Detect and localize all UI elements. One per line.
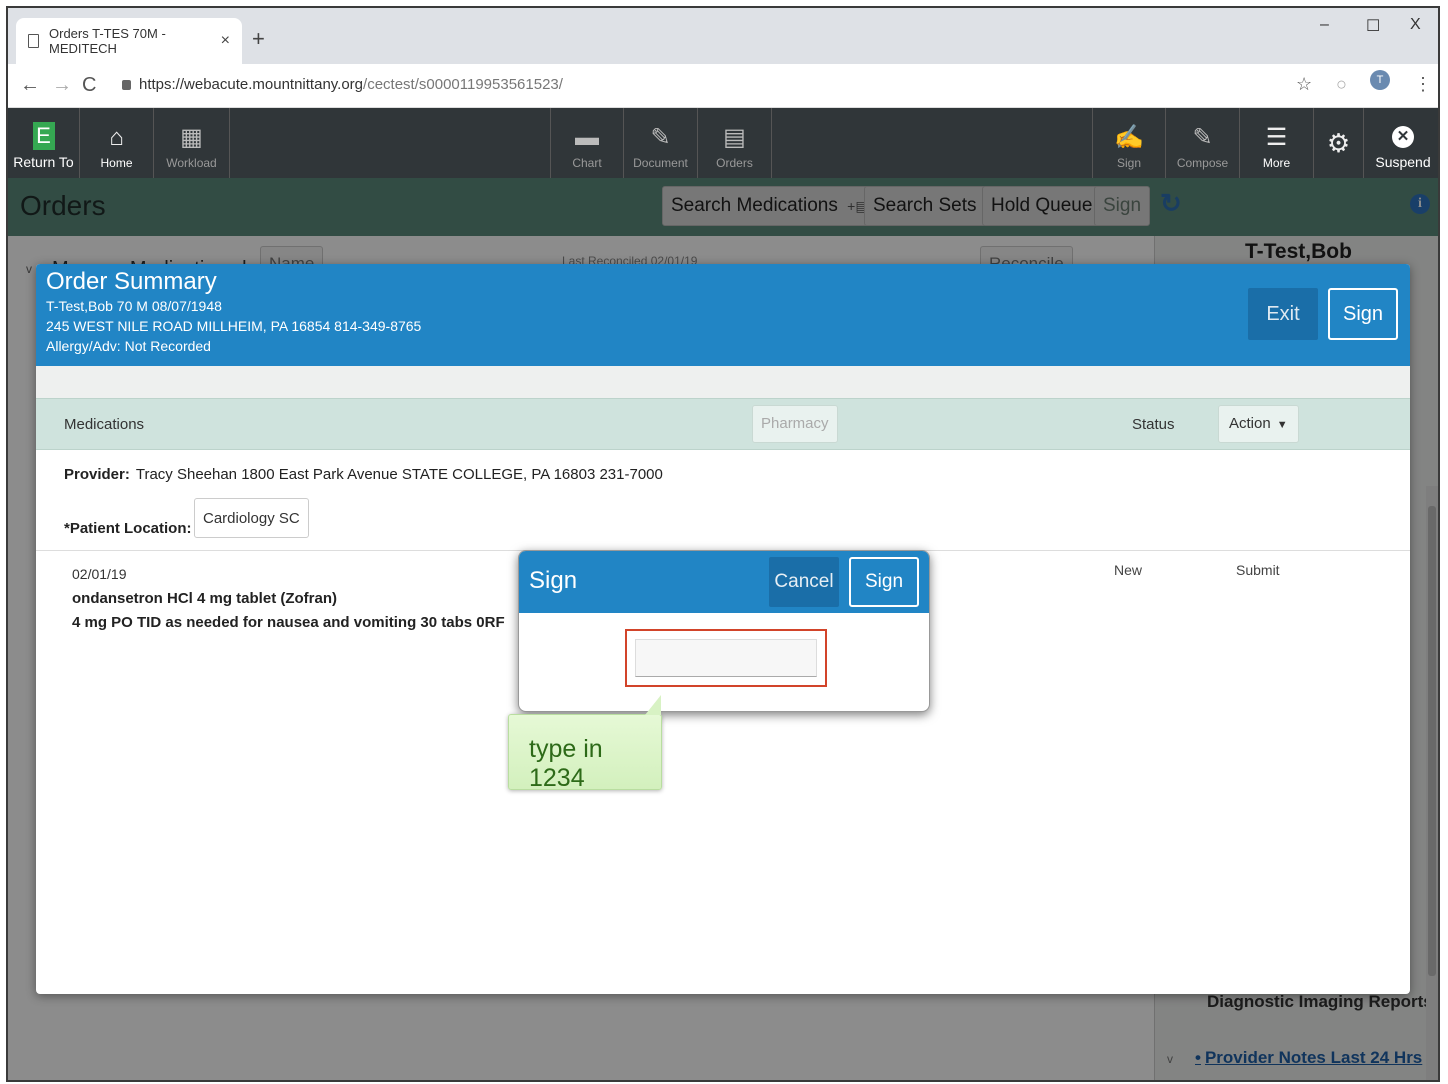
compose-button[interactable]: ✎ Compose [1166, 108, 1240, 178]
browser-menu-icon[interactable]: ⋮ [1414, 74, 1432, 95]
patient-info-line: T-Test,Bob 70 M 08/07/1948 [46, 298, 222, 314]
forward-arrow-icon[interactable]: → [52, 74, 72, 97]
patient-location-label: *Patient Location: [64, 520, 192, 537]
maximize-button[interactable]: ☐ [1366, 16, 1380, 36]
address-bar: ← → C https://webacute.mountnittany.org/… [8, 64, 1438, 108]
url-host: https://webacute.mountnittany.org [139, 76, 364, 93]
compose-label: Compose [1176, 156, 1229, 170]
patient-address-line: 245 WEST NILE ROAD MILLHEIM, PA 16854 81… [46, 318, 422, 334]
document-label: Document [633, 156, 688, 170]
order-summary-strip [36, 366, 1410, 398]
orders-button[interactable]: ▤ Orders [698, 108, 772, 178]
exit-button[interactable]: Exit [1248, 288, 1318, 340]
home-label: Home [100, 156, 133, 170]
pencil-icon: ✎ [650, 124, 671, 151]
list-menu-icon: ☰ [1265, 124, 1288, 151]
bookmark-star-icon[interactable]: ☆ [1296, 74, 1312, 95]
action-dropdown[interactable]: Action ▼ [1218, 405, 1299, 443]
chart-button[interactable]: ▬ Chart [550, 108, 624, 178]
order-sig: 4 mg PO TID as needed for nausea and vom… [72, 614, 505, 631]
sign-toolbar-button[interactable]: ✍ Sign [1092, 108, 1166, 178]
patient-location-field[interactable]: Cardiology SC [194, 498, 309, 538]
pin-input[interactable] [635, 639, 817, 677]
calendar-icon: ▦ [180, 124, 203, 151]
medications-column-header: Medications Pharmacy Status Action ▼ [36, 398, 1410, 450]
settings-button[interactable]: ⚙ [1314, 108, 1364, 178]
compose-icon: ✎ [1192, 124, 1213, 151]
action-label: Action [1229, 415, 1271, 432]
orders-label: Orders [716, 156, 753, 170]
e-logo-icon: E [32, 122, 55, 150]
chart-label: Chart [572, 156, 602, 170]
document-button[interactable]: ✎ Document [624, 108, 698, 178]
instruction-tooltip: type in 1234 [508, 695, 662, 792]
pin-highlight-box [625, 629, 827, 687]
order-date: 02/01/19 [72, 566, 127, 582]
more-button[interactable]: ☰ More [1240, 108, 1314, 178]
return-to-button[interactable]: E Return To [8, 108, 80, 178]
order-action[interactable]: Submit [1236, 562, 1280, 578]
tab-close-icon[interactable]: × [221, 32, 230, 50]
order-status: New [1114, 562, 1143, 578]
sign-dialog-title: Sign [529, 567, 578, 594]
minimize-button[interactable]: – [1320, 16, 1329, 34]
suspend-icon: ✕ [1392, 126, 1414, 148]
order-summary-sign-button[interactable]: Sign [1328, 288, 1398, 340]
cancel-button[interactable]: Cancel [769, 557, 839, 607]
folder-icon: ▬ [575, 124, 599, 151]
sign-dialog: Sign Cancel Sign [518, 550, 930, 712]
provider-label: Provider: [64, 466, 130, 483]
url-field[interactable]: https://webacute.mountnittany.org/cectes… [122, 76, 563, 93]
pharmacy-button[interactable]: Pharmacy [752, 405, 838, 443]
close-window-button[interactable]: X [1410, 16, 1421, 34]
provider-row: Provider: Tracy Sheehan 1800 East Park Av… [64, 466, 663, 483]
medications-column-label: Medications [64, 416, 145, 433]
browser-tab-bar: Orders T-TES 70M - MEDITECH × + – ☐ X [8, 8, 1438, 64]
new-tab-button[interactable]: + [252, 26, 265, 52]
screen-frame: Orders T-TES 70M - MEDITECH × + – ☐ X ← … [6, 6, 1440, 1082]
sign-dialog-sign-button[interactable]: Sign [849, 557, 919, 607]
lock-icon [122, 80, 131, 90]
order-summary-header: Order Summary T-Test,Bob 70 M 08/07/1948… [36, 264, 1410, 366]
suspend-label: Suspend [1375, 154, 1431, 170]
caret-down-icon: ▼ [1276, 419, 1288, 431]
return-to-label: Return To [13, 154, 74, 170]
sign-dialog-header: Sign Cancel Sign [519, 551, 929, 613]
order-summary-title: Order Summary [46, 268, 217, 295]
allergy-line: Allergy/Adv: Not Recorded [46, 338, 211, 354]
tooltip-text: type in 1234 [529, 735, 603, 792]
profile-avatar[interactable]: T [1370, 70, 1390, 90]
provider-value: Tracy Sheehan 1800 East Park Avenue STAT… [135, 466, 663, 483]
more-label: More [1262, 156, 1291, 170]
reload-icon[interactable]: C [82, 74, 96, 97]
back-arrow-icon[interactable]: ← [20, 74, 40, 97]
tab-title: Orders T-TES 70M - MEDITECH [49, 26, 166, 56]
gear-icon: ⚙ [1326, 128, 1351, 158]
app-toolbar: E Return To ⌂ Home ▦ Workload ▬ Chart ✎ … [8, 108, 1438, 178]
suspend-button[interactable]: ✕ Suspend [1364, 108, 1438, 178]
workload-label: Workload [166, 156, 217, 170]
clipboard-icon: ▤ [723, 124, 746, 151]
status-column-label: Status [1132, 416, 1175, 433]
signature-icon: ✍ [1114, 124, 1144, 151]
extension-icon[interactable]: ○ [1336, 74, 1347, 95]
order-medication-name[interactable]: ondansetron HCl 4 mg tablet (Zofran) [72, 590, 337, 607]
browser-tab[interactable]: Orders T-TES 70M - MEDITECH × [16, 18, 242, 64]
sign-toolbar-label: Sign [1116, 156, 1142, 170]
url-path: /cectest/s0000119953561523/ [363, 76, 563, 93]
home-icon: ⌂ [109, 124, 124, 151]
home-button[interactable]: ⌂ Home [80, 108, 154, 178]
workload-button[interactable]: ▦ Workload [154, 108, 230, 178]
document-icon [28, 34, 39, 48]
